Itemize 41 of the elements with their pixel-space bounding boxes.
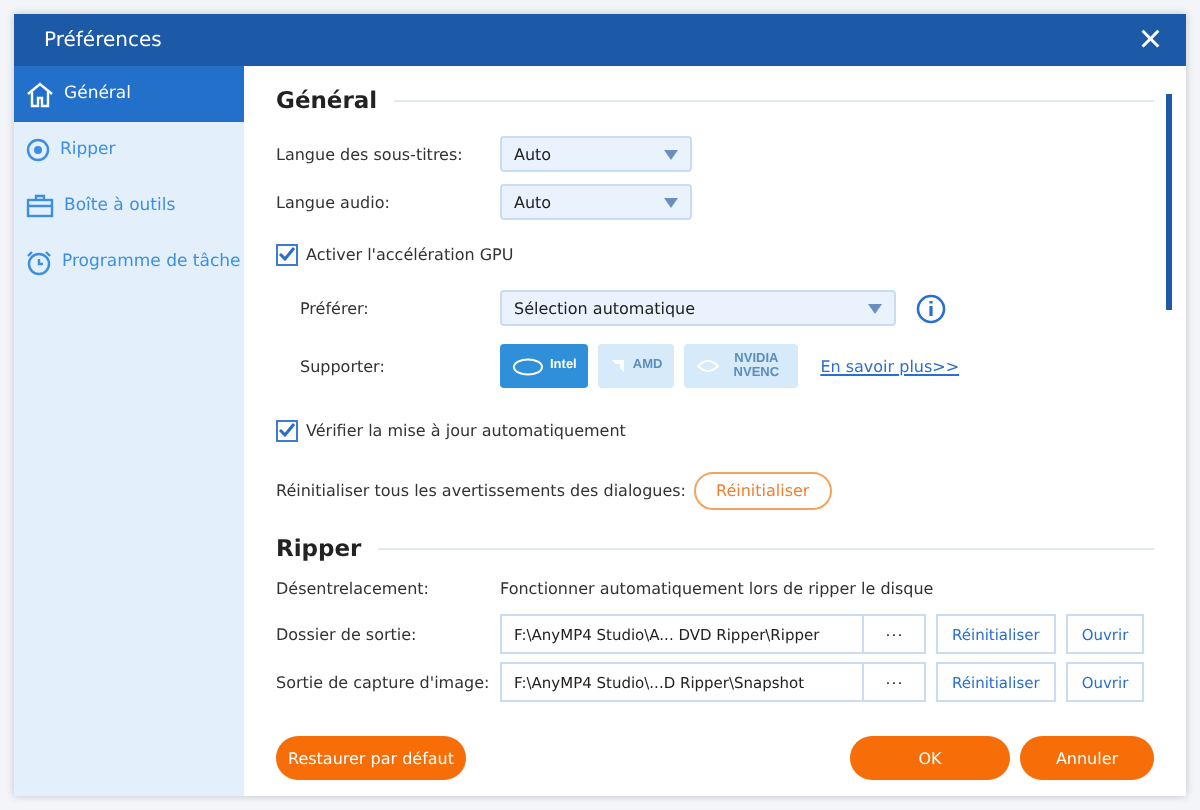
sidebar-item[interactable]: Général	[14, 66, 244, 122]
restore-defaults-button[interactable]: Restaurer par défaut	[276, 736, 467, 780]
ok-button[interactable]: OK	[850, 736, 1010, 780]
chip-logo-icon	[610, 358, 627, 374]
field-label: Dossier de sortie:	[276, 625, 419, 643]
reset-button[interactable]: Réinitialiser	[694, 471, 832, 509]
eye-logo-icon	[696, 358, 721, 374]
field-label: Préférer:	[300, 299, 371, 317]
sidebar-item[interactable]: Boîte à outils	[14, 178, 244, 234]
dropdown[interactable]: Auto	[500, 184, 692, 220]
learn-more-link[interactable]: En savoir plus>>	[820, 357, 960, 375]
checkbox[interactable]	[276, 419, 298, 441]
toolbox-icon	[26, 194, 54, 218]
dropdown-arrow-icon	[868, 303, 882, 313]
checkbox-label: Activer l'accélération GPU	[306, 245, 514, 263]
dropdown[interactable]: Sélection automatique	[500, 290, 896, 326]
chip-logo-icon	[512, 357, 544, 375]
dropdown[interactable]: Auto	[500, 136, 692, 172]
checkbox-label: Vérifier la mise à jour automatiquement	[306, 421, 626, 439]
field-label: Réinitialiser tous les avertissements des dialogues:	[276, 481, 686, 499]
sidebar-item[interactable]: Ripper	[14, 122, 244, 178]
field-label: Langue audio:	[276, 193, 392, 211]
dropdown-arrow-icon	[664, 197, 678, 207]
field-value: Fonctionner automatiquement lors de ripper le disque	[500, 579, 934, 597]
sidebar-item[interactable]: Programme de tâche	[14, 234, 244, 290]
field-label: Langue des sous-titres:	[276, 145, 465, 163]
section-heading: Ripper	[276, 534, 362, 562]
window-title: Préférences	[44, 29, 162, 51]
home-icon	[26, 81, 54, 107]
alarm-clock-icon	[26, 249, 52, 275]
scrollbar[interactable]	[1166, 94, 1172, 310]
close-button[interactable]: ×	[1130, 20, 1170, 60]
cancel-button[interactable]: Annuler	[1020, 736, 1154, 780]
checkbox[interactable]	[276, 243, 298, 265]
info-icon[interactable]	[916, 293, 946, 323]
dropdown-arrow-icon	[664, 149, 678, 159]
section-heading: Général	[276, 86, 378, 114]
field-label: Désentrelacement:	[276, 579, 431, 597]
field-label: Sortie de capture d'image:	[276, 673, 492, 691]
radio-dot-icon	[26, 138, 50, 162]
field-label: Supporter:	[300, 357, 387, 375]
